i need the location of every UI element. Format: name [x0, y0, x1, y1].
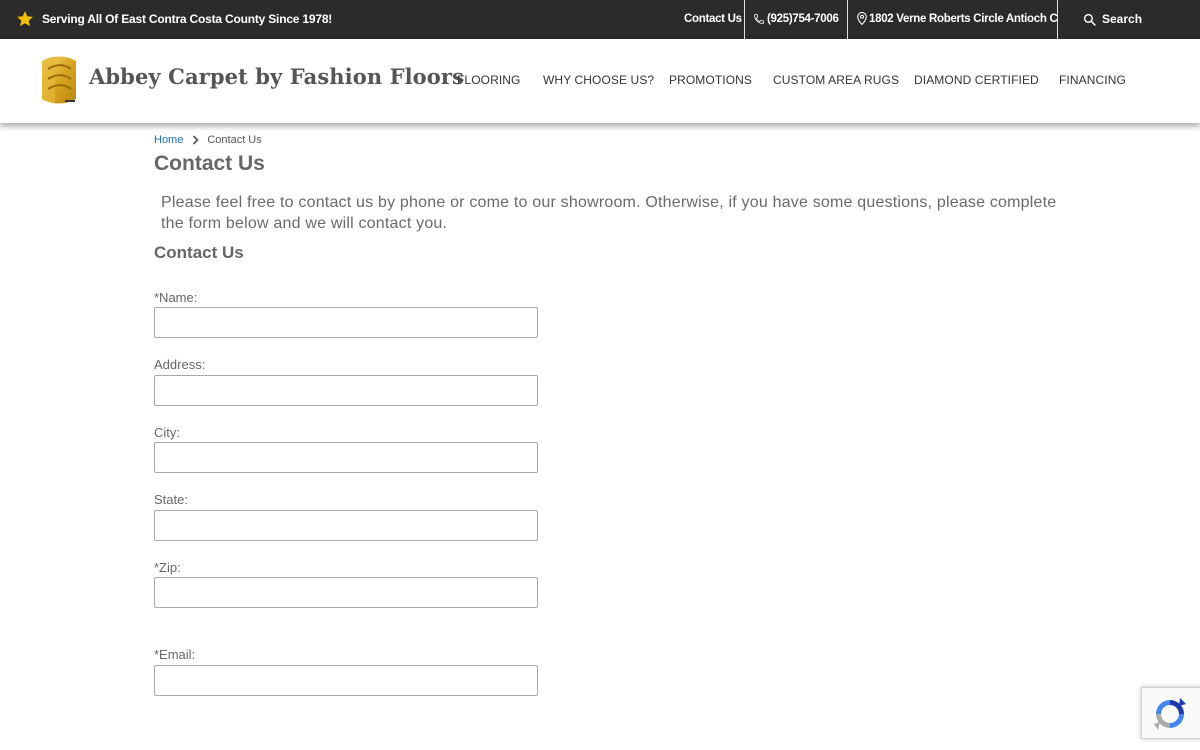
address-link[interactable]: 1802 Verne Roberts Circle Antioch CA [857, 0, 1066, 39]
email-label: *Email: [154, 647, 196, 662]
phone-link[interactable]: (925)754-7006 [753, 0, 839, 39]
state-label: State: [154, 492, 188, 507]
form-title: Contact Us [154, 243, 244, 262]
store-address: 1802 Verne Roberts Circle Antioch CA [869, 13, 1066, 25]
search-label[interactable]: Search [1102, 0, 1142, 39]
phone-icon [754, 14, 764, 24]
chevron-right-icon [193, 135, 199, 145]
phone-number: (925)754-7006 [767, 13, 839, 25]
city-field[interactable] [154, 442, 538, 473]
star-icon [17, 11, 33, 27]
address-label: Address: [154, 357, 206, 372]
recaptcha-badge[interactable] [1141, 687, 1200, 739]
logo-icon[interactable] [38, 55, 80, 105]
zip-field[interactable] [154, 577, 538, 608]
site-header: Abbey Carpet by Fashion Floors FLOORING … [0, 39, 1200, 123]
state-field[interactable] [154, 510, 538, 541]
nav-financing[interactable]: FINANCING [1059, 73, 1126, 87]
divider [847, 0, 848, 39]
breadcrumb-home[interactable]: Home [154, 134, 183, 146]
search-icon [1083, 13, 1096, 26]
page-title: Contact Us [154, 152, 265, 175]
brand-name[interactable]: Abbey Carpet by Fashion Floors [89, 64, 464, 89]
name-label: *Name: [154, 290, 198, 305]
tagline: Serving All Of East Contra Costa County … [42, 12, 333, 26]
breadcrumb: Home Contact Us [154, 134, 262, 146]
name-field[interactable] [154, 307, 538, 338]
contact-us-link[interactable]: Contact Us [684, 0, 742, 39]
nav-why-choose-us[interactable]: WHY CHOOSE US? [543, 73, 654, 87]
intro-text: Please feel free to contact us by phone … [161, 194, 1057, 232]
map-pin-icon [857, 12, 867, 26]
nav-promotions[interactable]: PROMOTIONS [669, 73, 752, 87]
nav-diamond-certified[interactable]: DIAMOND CERTIFIED [914, 73, 1039, 87]
divider [744, 0, 745, 39]
city-label: City: [154, 425, 180, 440]
nav-custom-area-rugs[interactable]: CUSTOM AREA RUGS [773, 73, 899, 87]
email-field[interactable] [154, 665, 538, 696]
top-bar: Serving All Of East Contra Costa County … [0, 0, 1200, 39]
zip-label: *Zip: [154, 560, 181, 575]
recaptcha-icon [1154, 698, 1186, 730]
nav-flooring[interactable]: FLOORING [457, 73, 520, 87]
breadcrumb-current: Contact Us [207, 134, 262, 146]
address-field[interactable] [154, 375, 538, 406]
